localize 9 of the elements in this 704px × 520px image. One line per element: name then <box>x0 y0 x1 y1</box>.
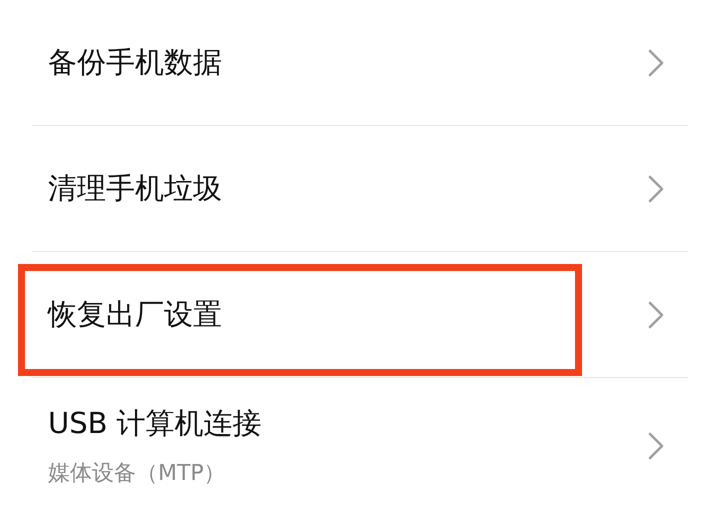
setting-title: 备份手机数据 <box>48 44 222 80</box>
chevron-right-icon[interactable] <box>648 48 664 76</box>
setting-title: 恢复出厂设置 <box>48 296 222 332</box>
chevron-right-icon[interactable] <box>648 432 664 460</box>
setting-subtitle: 媒体设备（MTP） <box>48 460 227 488</box>
setting-title: USB 计算机连接 <box>48 405 262 442</box>
chevron-right-icon[interactable] <box>648 174 664 202</box>
chevron-right-icon[interactable] <box>648 300 664 328</box>
setting-title: 清理手机垃圾 <box>48 170 222 206</box>
